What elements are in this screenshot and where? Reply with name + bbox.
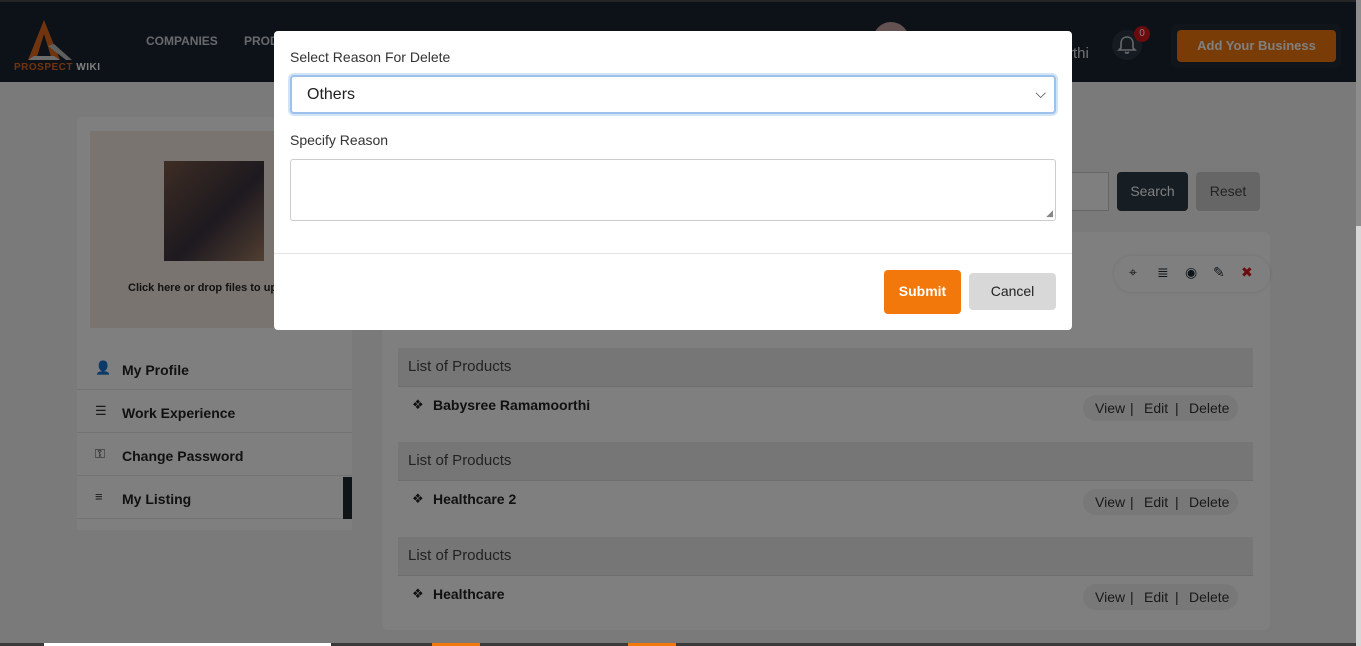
specify-reason-label: Specify Reason — [290, 132, 389, 148]
reason-select-value: Others — [307, 86, 356, 103]
reason-select[interactable]: Others ⌵ — [290, 75, 1056, 114]
specify-reason-textarea[interactable]: ◢ — [290, 159, 1056, 221]
cancel-button[interactable]: Cancel — [969, 273, 1056, 310]
modal-divider — [274, 253, 1072, 254]
submit-button[interactable]: Submit — [884, 270, 961, 314]
reason-label: Select Reason For Delete — [290, 49, 451, 65]
chevron-down-icon: ⌵ — [1035, 85, 1046, 101]
delete-reason-modal: Select Reason For Delete Others ⌵ Specif… — [274, 31, 1072, 330]
resize-grip-icon[interactable]: ◢ — [1046, 208, 1053, 219]
page-scrollbar-thumb[interactable] — [1356, 0, 1361, 226]
